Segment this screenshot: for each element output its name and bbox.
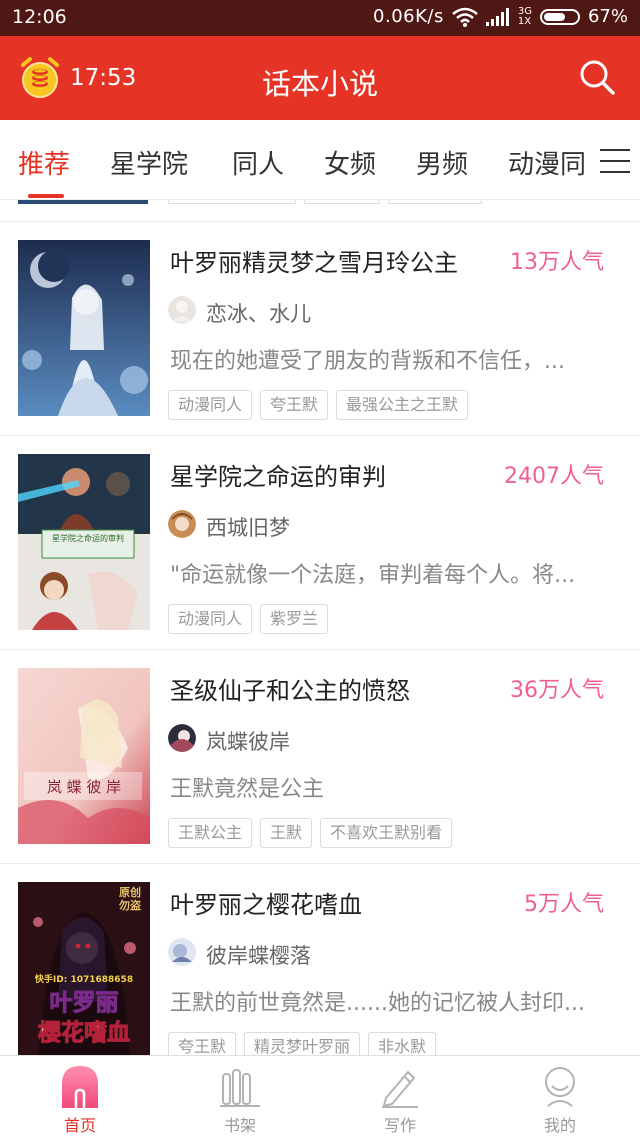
- book-title[interactable]: 圣级仙子和公主的愤怒: [170, 671, 410, 706]
- book-tag[interactable]: 精灵梦叶罗丽: [244, 1032, 361, 1055]
- tag-list: 动漫同人 夸王默 最强公主之王默: [168, 390, 469, 420]
- nav-label: 书架: [223, 1116, 256, 1135]
- nav-label: 首页: [63, 1116, 96, 1135]
- author-name[interactable]: 恋冰、水儿: [206, 298, 311, 328]
- status-indicators: 0.06K/s 3G 1X 67%: [373, 6, 628, 27]
- cover-caption: 星学院之命运的审判: [52, 533, 124, 543]
- pencil-icon: [382, 1071, 418, 1108]
- book-title[interactable]: 星学院之命运的审判: [170, 457, 386, 492]
- author-avatar[interactable]: [168, 724, 196, 752]
- battery-percent: 67%: [587, 6, 628, 27]
- bookshelf-icon: [220, 1069, 260, 1107]
- search-icon[interactable]: [578, 58, 616, 96]
- active-tab-indicator: [28, 194, 64, 198]
- book-tag[interactable]: 动漫同人: [168, 604, 253, 634]
- book-tag[interactable]: 非水默: [368, 1032, 437, 1055]
- book-tag[interactable]: 不喜欢王默别看: [320, 818, 453, 848]
- nav-bookshelf[interactable]: 书架: [160, 1056, 320, 1138]
- tab-male[interactable]: 男频: [416, 144, 468, 181]
- book-tag[interactable]: 王默: [260, 818, 313, 848]
- cover-caption: 叶罗丽: [50, 989, 119, 1016]
- book-title[interactable]: 叶罗丽精灵梦之雪月玲公主: [170, 243, 458, 278]
- status-bar: 12:06 0.06K/s 3G 1X 67%: [0, 0, 640, 36]
- tag-list: 动漫同人 紫罗兰: [168, 604, 329, 634]
- book-tag[interactable]: 夸王默: [260, 390, 329, 420]
- book-tag[interactable]: 紫罗兰: [260, 604, 329, 634]
- popularity-count: 36万人气: [510, 678, 604, 703]
- nav-write[interactable]: 写作: [320, 1056, 480, 1138]
- book-description: 王默竟然是公主: [170, 777, 325, 802]
- network-speed: 0.06K/s: [373, 6, 444, 27]
- svg-text:原创: 原创: [119, 885, 141, 899]
- book-description: 现在的她遭受了朋友的背叛和不信任，...: [170, 349, 565, 374]
- popularity-count: 5万人气: [524, 892, 604, 917]
- tab-recommend[interactable]: 推荐: [18, 144, 70, 181]
- signal-type: 3G 1X: [517, 5, 532, 27]
- book-list[interactable]: 叶罗丽精灵梦之雪月玲公主 13万人气 恋冰、水儿 现在的她遭受了朋友的背叛和不信…: [0, 200, 640, 1055]
- nav-label: 我的: [543, 1116, 576, 1135]
- nav-profile[interactable]: 我的: [480, 1056, 640, 1138]
- list-item[interactable]: 岚 蝶 彼 岸 圣级仙子和公主的愤怒 36万人气 岚蝶彼岸 王默竟然是公主 王默…: [0, 650, 640, 864]
- cover-caption: 岚 蝶 彼 岸: [47, 778, 121, 796]
- book-title[interactable]: 叶罗丽之樱花嗜血: [170, 885, 362, 920]
- bottom-navigation: 首页 书架 写作 我的: [0, 1055, 640, 1138]
- category-tabs: 推荐 星学院 同人 女频 男频 动漫同: [0, 120, 640, 200]
- book-cover-image[interactable]: [18, 240, 150, 416]
- tab-star-academy[interactable]: 星学院: [110, 144, 188, 181]
- hamburger-menu-icon[interactable]: [600, 147, 630, 175]
- book-tag[interactable]: 王默公主: [168, 818, 253, 848]
- popularity-count: 13万人气: [510, 250, 604, 275]
- tab-anime-fan[interactable]: 动漫同: [508, 144, 586, 181]
- author-avatar[interactable]: [168, 510, 196, 538]
- home-icon: [62, 1066, 98, 1108]
- app-title: 话本小说: [261, 67, 378, 101]
- status-time: 12:06: [12, 6, 67, 28]
- battery-icon: [539, 8, 580, 25]
- book-tag[interactable]: 夸王默: [168, 1032, 237, 1055]
- book-description: 王默的前世竟然是......她的记忆被人封印...: [170, 991, 585, 1016]
- app-header: 17:53 话本小说: [0, 36, 640, 120]
- book-cover-image[interactable]: 星学院之命运的审判: [18, 454, 150, 630]
- list-item[interactable]: 叶罗丽精灵梦之雪月玲公主 13万人气 恋冰、水儿 现在的她遭受了朋友的背叛和不信…: [0, 222, 640, 436]
- previous-item-remnant: [0, 200, 640, 222]
- book-description: "命运就像一个法庭，审判着每个人。将...: [170, 563, 576, 588]
- tag-list: 王默公主 王默 不喜欢王默别看: [168, 818, 453, 848]
- cover-caption: 樱花嗜血: [38, 1019, 130, 1046]
- book-cover-image[interactable]: 岚 蝶 彼 岸: [18, 668, 150, 844]
- author-avatar[interactable]: [168, 938, 196, 966]
- book-cover-image[interactable]: 原创 勿盗 快手ID: 1071688658 叶罗丽 樱花嗜血: [18, 882, 150, 1055]
- author-name[interactable]: 西城旧梦: [206, 512, 290, 542]
- wifi-icon: [452, 7, 478, 27]
- popularity-count: 2407人气: [504, 464, 604, 489]
- cover-caption: 快手ID: 1071688658: [35, 973, 133, 985]
- author-name[interactable]: 彼岸蝶樱落: [206, 940, 311, 970]
- tag-list: 夸王默 精灵梦叶罗丽 非水默: [168, 1032, 437, 1055]
- book-tag[interactable]: 动漫同人: [168, 390, 253, 420]
- tab-fan-fiction[interactable]: 同人: [232, 144, 284, 181]
- list-item[interactable]: 原创 勿盗 快手ID: 1071688658 叶罗丽 樱花嗜血 叶罗丽之樱花嗜血…: [0, 864, 640, 1055]
- nav-home[interactable]: 首页: [0, 1056, 160, 1138]
- author-name[interactable]: 岚蝶彼岸: [206, 726, 290, 756]
- list-item[interactable]: 星学院之命运的审判 星学院之命运的审判 2407人气 西城旧梦 "命运就像一个法…: [0, 436, 640, 650]
- book-tag[interactable]: 最强公主之王默: [336, 390, 469, 420]
- signal-bars-icon: [485, 7, 509, 26]
- tab-female[interactable]: 女频: [324, 144, 376, 181]
- nav-label: 写作: [383, 1116, 416, 1135]
- profile-icon: [545, 1067, 575, 1107]
- author-avatar[interactable]: [168, 296, 196, 324]
- svg-text:勿盗: 勿盗: [118, 898, 141, 912]
